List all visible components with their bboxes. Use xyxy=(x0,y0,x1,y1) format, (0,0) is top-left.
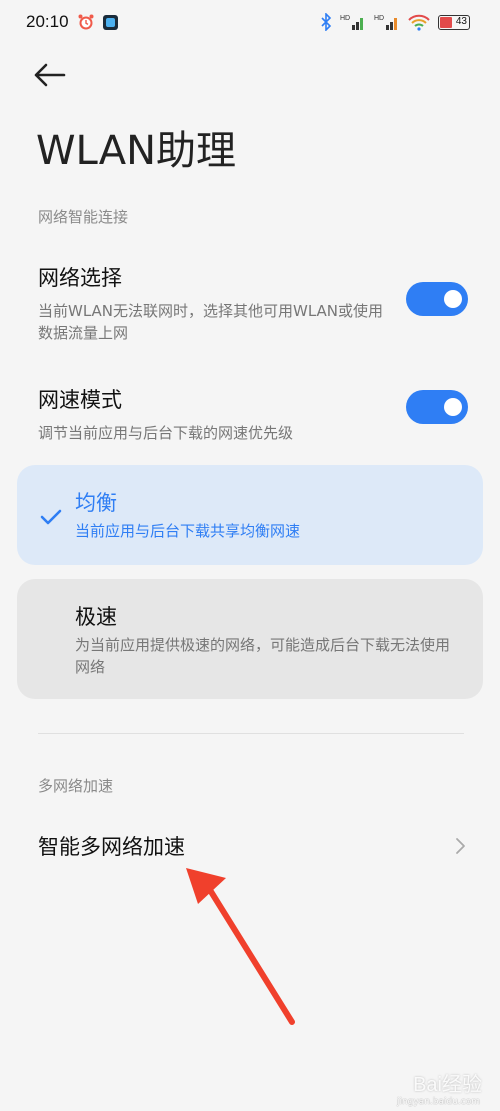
setting-network-select[interactable]: 网络选择 当前WLAN无法联网时，选择其他可用WLAN或使用数据流量上网 xyxy=(38,262,468,344)
check-icon xyxy=(40,509,62,525)
cellular-signal-2-icon: HD xyxy=(374,15,397,30)
status-right: HD HD 43 xyxy=(320,13,470,31)
setting-speed-mode[interactable]: 网速模式 调节当前应用与后台下载的网速优先级 xyxy=(38,384,468,444)
wifi-icon xyxy=(408,14,430,31)
speed-option-max-desc: 为当前应用提供极速的网络，可能造成后台下载无法使用网络 xyxy=(75,636,451,676)
nav-smart-multi-network-label: 智能多网络加速 xyxy=(38,835,185,859)
watermark-sub: jingyan.baidu.com xyxy=(396,1097,480,1107)
speed-option-balanced[interactable]: 均衡 当前应用与后台下载共享均衡网速 xyxy=(17,465,483,565)
section-header-multi-network: 多网络加速 xyxy=(38,777,114,795)
hd-label-1: HD xyxy=(340,15,350,22)
back-arrow-icon[interactable] xyxy=(30,58,70,92)
watermark-text: Bai经验 xyxy=(413,1074,482,1096)
network-select-toggle[interactable] xyxy=(406,282,468,316)
battery-indicator: 43 xyxy=(438,14,470,30)
bluetooth-icon xyxy=(321,13,332,31)
page-title: WLAN助理 xyxy=(36,128,237,174)
chevron-right-icon xyxy=(456,838,465,854)
section-divider xyxy=(38,733,464,734)
speed-option-max[interactable]: 极速 为当前应用提供极速的网络，可能造成后台下载无法使用网络 xyxy=(17,579,483,699)
speed-option-balanced-desc: 当前应用与后台下载共享均衡网速 xyxy=(75,522,301,540)
watermark: Bai经验 xyxy=(413,1068,482,1097)
annotation-arrow-icon xyxy=(186,868,295,1025)
speed-mode-toggle[interactable] xyxy=(406,390,468,424)
alarm-clock-icon xyxy=(78,14,94,30)
app-notification-icon xyxy=(102,14,118,30)
battery-level: 43 xyxy=(455,15,467,27)
setting-network-select-desc: 当前WLAN无法联网时，选择其他可用WLAN或使用数据流量上网 xyxy=(38,302,384,342)
setting-network-select-title: 网络选择 xyxy=(38,266,122,290)
speed-option-balanced-title: 均衡 xyxy=(75,491,117,515)
speed-option-max-title: 极速 xyxy=(75,605,117,629)
setting-speed-mode-desc: 调节当前应用与后台下载的网速优先级 xyxy=(38,424,294,442)
status-time: 20:10 xyxy=(26,12,69,31)
status-bar: 20:10 HD HD 43 xyxy=(0,0,500,44)
status-left: 20:10 xyxy=(26,12,118,32)
section-header-smart-connect: 网络智能连接 xyxy=(38,208,129,226)
setting-speed-mode-title: 网速模式 xyxy=(38,388,122,412)
hd-label-2: HD xyxy=(374,15,384,22)
cellular-signal-icon: HD xyxy=(340,15,363,30)
